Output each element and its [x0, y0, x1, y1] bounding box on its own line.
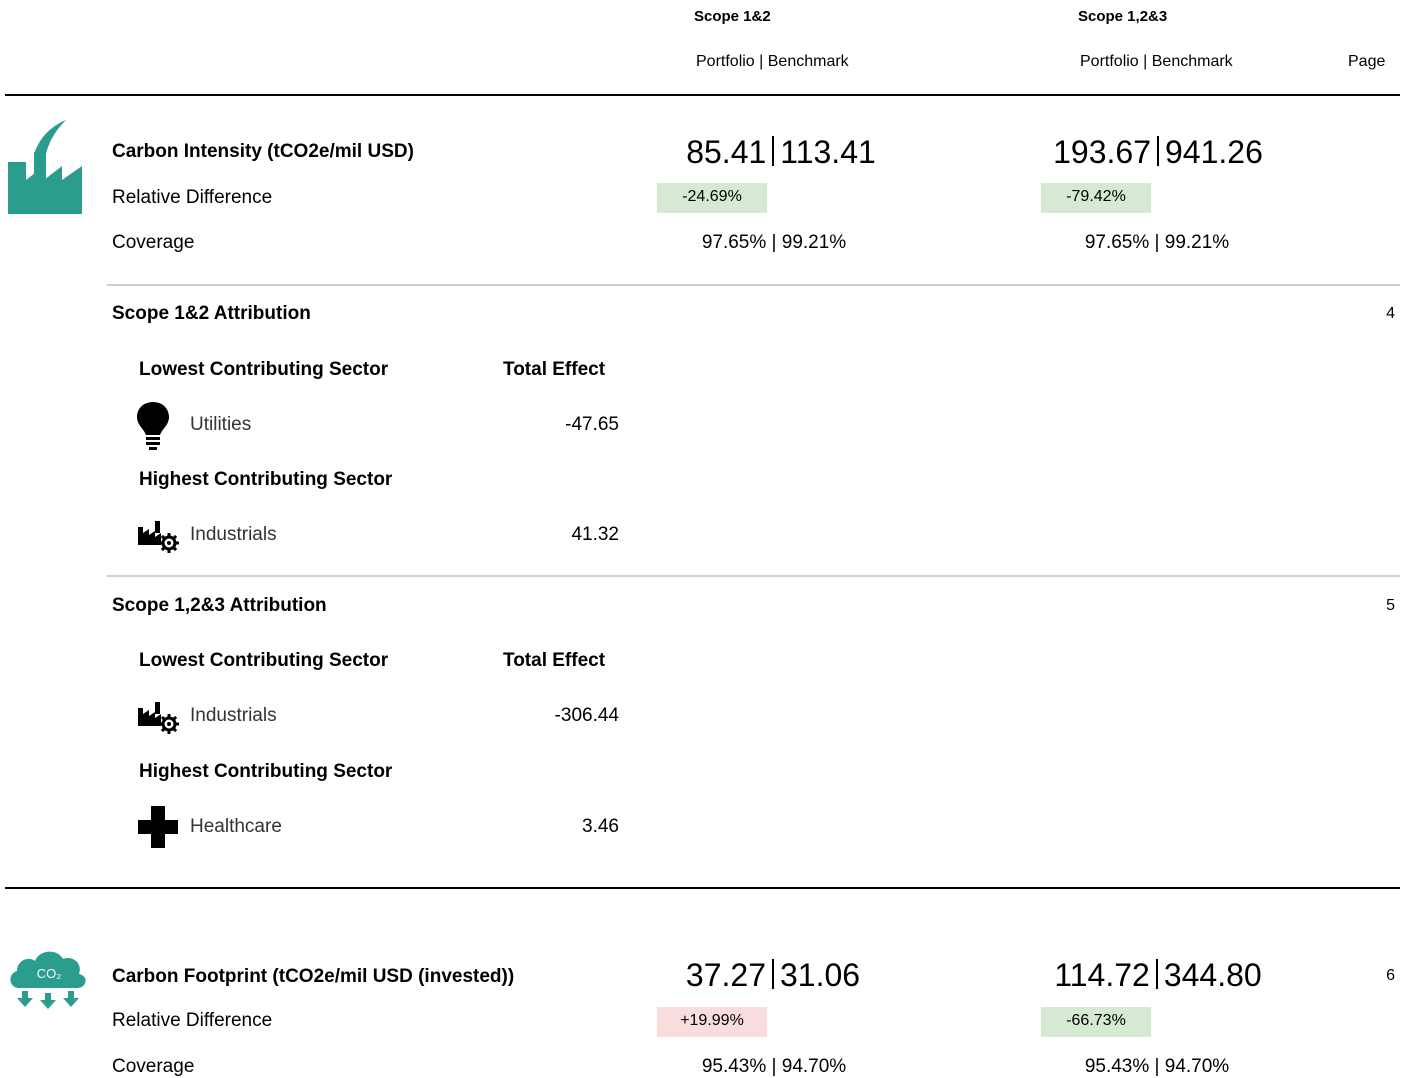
ci-scope123-portfolio: 193.67: [1053, 134, 1151, 170]
scope12-highest-sector: Industrials: [190, 524, 277, 545]
scope12-lowest-sector: Utilities: [190, 414, 252, 435]
lowest-sector-header: Lowest Contributing Sector: [139, 650, 389, 671]
highest-sector-header: Highest Contributing Sector: [139, 761, 393, 782]
cf-scope12-values: 37.27 31.06: [623, 957, 923, 994]
cf-scope123-values: 114.72 344.80: [1008, 957, 1308, 994]
cf-scope12-portfolio: 37.27: [685, 957, 766, 993]
coverage-label: Coverage: [112, 232, 195, 253]
scope12-highest-effect: 41.32: [571, 524, 619, 545]
scope123-lowest-sector: Industrials: [190, 705, 277, 726]
industrials-icon: [137, 700, 181, 734]
scope123-attribution-title: Scope 1,2&3 Attribution: [112, 595, 327, 616]
ci-scope123-diff-badge: -79.42%: [1041, 183, 1151, 213]
carbon-footprint-title: Carbon Footprint (tCO2e/mil USD (investe…: [112, 966, 515, 987]
scope123-highest-effect: 3.46: [582, 816, 619, 837]
industrials-icon: [137, 519, 181, 553]
total-effect-header: Total Effect: [503, 359, 606, 380]
relative-difference-label: Relative Difference: [112, 1010, 273, 1031]
scope12-lowest-effect: -47.65: [565, 414, 619, 435]
ci-scope123-values: 193.67 941.26: [1008, 134, 1308, 171]
header-divider: [5, 94, 1400, 96]
scope12-attribution-page[interactable]: 4: [1335, 305, 1395, 323]
ci-scope12-portfolio: 85.41: [686, 134, 767, 170]
cf-scope12-diff-badge: +19.99%: [657, 1007, 767, 1037]
value-separator: [772, 959, 774, 989]
ci-scope12-coverage: 97.65% | 99.21%: [701, 232, 847, 253]
ci-scope12-benchmark: 113.41: [780, 134, 876, 170]
value-separator: [772, 136, 775, 166]
cf-scope12-benchmark: 31.06: [780, 957, 861, 993]
carbon-footprint-page[interactable]: 6: [1335, 967, 1395, 985]
factory-icon: [6, 118, 82, 214]
ci-scope12-diff-badge: -24.69%: [657, 183, 767, 213]
block-divider: [5, 887, 1400, 889]
carbon-intensity-title: Carbon Intensity (tCO2e/mil USD): [112, 141, 414, 162]
cf-scope12-coverage: 95.43% | 94.70%: [701, 1056, 847, 1077]
ci-scope123-coverage: 97.65% | 99.21%: [1084, 232, 1230, 253]
lowest-sector-header: Lowest Contributing Sector: [139, 359, 389, 380]
scope123-attribution-page[interactable]: 5: [1335, 597, 1395, 615]
total-effect-header: Total Effect: [503, 650, 606, 671]
scope123-subheader: Portfolio | Benchmark: [1080, 53, 1233, 70]
healthcare-cross-icon: [138, 806, 178, 848]
cf-scope123-benchmark: 344.80: [1163, 957, 1262, 993]
scope12-attribution-title: Scope 1&2 Attribution: [112, 303, 311, 324]
ci-scope123-benchmark: 941.26: [1165, 134, 1263, 170]
scope123-header: Scope 1,2&3: [1078, 8, 1168, 25]
scope12-header: Scope 1&2: [694, 8, 771, 25]
scope123-highest-sector: Healthcare: [190, 816, 282, 837]
scope12-subheader: Portfolio | Benchmark: [696, 53, 849, 70]
cf-scope123-diff-badge: -66.73%: [1041, 1007, 1151, 1037]
cf-scope123-portfolio: 114.72: [1054, 957, 1150, 993]
lightbulb-icon: [136, 401, 170, 451]
section-divider: [107, 284, 1400, 286]
section-divider: [107, 575, 1400, 577]
ci-scope12-values: 85.41 113.41: [631, 134, 931, 171]
value-separator: [1157, 136, 1159, 166]
scope123-lowest-effect: -306.44: [554, 705, 619, 726]
coverage-label: Coverage: [112, 1056, 195, 1077]
highest-sector-header: Highest Contributing Sector: [139, 469, 393, 490]
co2-cloud-icon: CO₂: [5, 944, 91, 1010]
cf-scope123-coverage: 95.43% | 94.70%: [1084, 1056, 1230, 1077]
page-column-header: Page: [1348, 53, 1386, 70]
co2-label: CO₂: [36, 966, 62, 981]
value-separator: [1155, 959, 1158, 989]
relative-difference-label: Relative Difference: [112, 187, 273, 208]
